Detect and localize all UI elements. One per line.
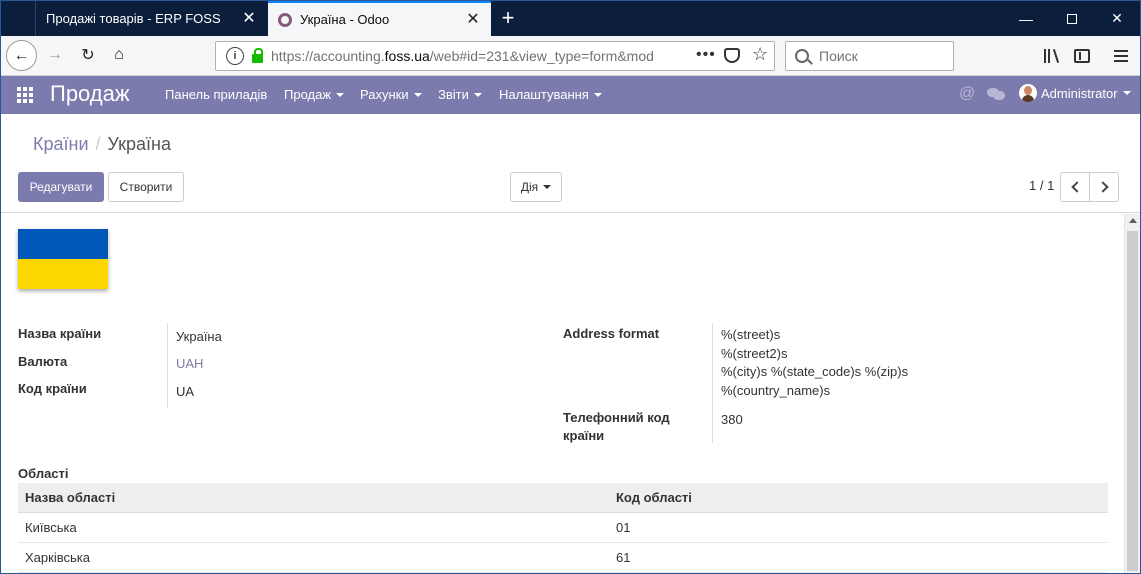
country-name-value: Україна <box>176 329 222 344</box>
lock-icon <box>252 48 263 63</box>
states-section-title: Області <box>18 466 69 481</box>
caret-down-icon <box>543 185 552 189</box>
user-name: Administrator <box>1041 85 1118 101</box>
tab-sales[interactable]: Продажі товарів - ERP FOSS ✕ <box>35 1 267 36</box>
apps-grid-icon[interactable] <box>17 87 33 103</box>
new-tab-plus-icon[interactable]: + <box>495 6 521 32</box>
odoo-main-navbar: Продаж Панель приладів Продаж Рахунки Зв… <box>1 76 1140 114</box>
breadcrumb-countries[interactable]: Країни <box>33 134 89 154</box>
address-format-line: %(city)s %(state_code)s %(zip)s <box>721 364 909 379</box>
tab-title: Продажі товарів - ERP FOSS <box>46 11 221 26</box>
menu-reports[interactable]: Звіти <box>438 87 482 102</box>
bookmark-star-icon[interactable]: ☆ <box>752 44 768 65</box>
menu-sales[interactable]: Продаж <box>284 87 345 102</box>
chevron-left-icon <box>1070 181 1083 193</box>
pager-value[interactable]: 1 / 1 <box>1029 178 1054 193</box>
form-sheet: Назва країни Україна Валюта UAH Код краї… <box>1 214 1124 573</box>
action-dropdown-button[interactable]: Дія <box>510 172 562 202</box>
country-code-value: UA <box>176 384 195 399</box>
user-menu[interactable]: Administrator <box>1019 84 1131 102</box>
address-format-label: Address format <box>563 326 660 341</box>
tab-ukraine[interactable]: Україна - Odoo ✕ <box>268 1 491 36</box>
reload-icon[interactable]: ↻ <box>74 41 102 69</box>
address-bar[interactable]: i https://accounting.foss.ua/web#id=231&… <box>215 41 775 71</box>
avatar <box>1019 84 1037 102</box>
column-header-state-name[interactable]: Назва області <box>18 483 609 513</box>
caret-down-icon <box>413 92 422 97</box>
create-button[interactable]: Створити <box>108 172 184 202</box>
field-divider <box>712 323 713 443</box>
scrollbar-thumb[interactable] <box>1127 231 1138 571</box>
state-code-cell: 01 <box>609 512 1108 543</box>
odoo-favicon-icon <box>278 12 292 27</box>
breadcrumb-current: Україна <box>107 134 172 154</box>
address-format-value: %(street)s %(street2)s %(city)s %(state_… <box>721 326 908 400</box>
caret-down-icon <box>1122 91 1131 95</box>
app-title[interactable]: Продаж <box>50 80 130 108</box>
search-icon <box>795 49 809 63</box>
column-header-state-code[interactable]: Код області <box>609 483 1108 513</box>
currency-label: Валюта <box>18 354 68 369</box>
info-icon[interactable]: i <box>226 47 244 65</box>
phone-code-label: Телефонний код країни <box>563 410 670 443</box>
caret-down-icon <box>593 92 602 97</box>
field-divider <box>167 323 168 408</box>
country-flag-image <box>18 229 108 289</box>
scroll-up-arrow-icon[interactable] <box>1129 218 1137 223</box>
hamburger-menu-icon[interactable] <box>1108 43 1134 69</box>
browser-window: Продажі товарів - ERP FOSS ✕ Україна - O… <box>0 0 1141 574</box>
close-icon[interactable]: ✕ <box>465 11 481 28</box>
home-icon[interactable]: ⌂ <box>105 41 133 69</box>
pocket-icon[interactable] <box>724 48 740 63</box>
flag-bottom-stripe <box>18 259 108 289</box>
country-name-label: Назва країни <box>18 326 102 341</box>
forward-arrow-icon[interactable]: → <box>41 41 69 69</box>
chat-bubbles-icon[interactable] <box>987 88 1005 101</box>
states-table: Назва області Код області Київська 01 Ха… <box>18 483 1108 573</box>
search-input[interactable]: Поиск <box>785 41 954 71</box>
table-header-row: Назва області Код області <box>18 483 1108 513</box>
control-panel: Країни / Україна Редагувати Створити Дія 1… <box>1 114 1140 213</box>
tab-bar: Продажі товарів - ERP FOSS ✕ Україна - O… <box>1 1 1140 36</box>
table-row[interactable]: Харківська 61 <box>18 542 1108 573</box>
table-row[interactable]: Київська 01 <box>18 512 1108 543</box>
vertical-scrollbar[interactable] <box>1124 214 1140 573</box>
edit-button[interactable]: Редагувати <box>18 172 104 202</box>
close-icon[interactable]: ✕ <box>241 10 257 27</box>
pager-previous-button[interactable] <box>1060 172 1090 202</box>
address-format-line: %(street)s <box>721 327 781 342</box>
state-name-cell: Київська <box>18 512 609 543</box>
search-placeholder: Поиск <box>819 48 858 64</box>
back-arrow-icon[interactable]: ← <box>6 40 37 71</box>
breadcrumb-separator: / <box>95 134 101 154</box>
minimize-icon[interactable]: — <box>1003 1 1049 36</box>
library-icon[interactable] <box>1037 43 1063 69</box>
sidebar-icon[interactable] <box>1069 43 1095 69</box>
menu-dashboard[interactable]: Панель приладів <box>165 87 267 102</box>
breadcrumb: Країни / Україна <box>33 134 171 155</box>
page-actions-icon[interactable]: ••• <box>696 46 716 64</box>
caret-down-icon <box>473 92 482 97</box>
menu-invoices[interactable]: Рахунки <box>360 87 422 102</box>
address-format-line: %(country_name)s <box>721 382 831 398</box>
state-name-cell: Харківська <box>18 542 609 573</box>
browser-toolbar: ← → ↻ ⌂ i https://accounting.foss.ua/web… <box>1 36 1140 76</box>
menu-settings[interactable]: Налаштування <box>499 87 602 102</box>
phone-code-value: 380 <box>721 412 743 427</box>
pager-next-button[interactable] <box>1089 172 1119 202</box>
maximize-icon[interactable] <box>1049 1 1095 36</box>
window-close-icon[interactable]: ✕ <box>1094 1 1140 36</box>
flag-top-stripe <box>18 229 108 259</box>
currency-link[interactable]: UAH <box>176 356 203 371</box>
url-text[interactable]: https://accounting.foss.ua/web#id=231&vi… <box>271 48 691 64</box>
chevron-right-icon <box>1096 181 1109 193</box>
caret-down-icon <box>336 92 345 97</box>
state-code-cell: 61 <box>609 542 1108 573</box>
address-format-line: %(street2)s <box>721 345 788 361</box>
mention-at-icon[interactable]: @ <box>959 85 975 103</box>
tab-title: Україна - Odoo <box>300 12 390 27</box>
country-code-label: Код країни <box>18 381 87 396</box>
